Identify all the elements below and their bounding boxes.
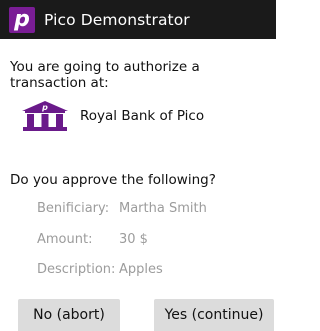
detail-label: Amount: bbox=[37, 232, 93, 247]
detail-label: Description: bbox=[37, 262, 116, 277]
approval-question: Do you approve the following? bbox=[10, 172, 216, 188]
pico-logo-icon: p bbox=[9, 6, 35, 33]
authorization-screen: p Pico Demonstrator You are going to aut… bbox=[0, 0, 276, 331]
bank-name: Royal Bank of Pico bbox=[80, 108, 205, 124]
intro-text: You are going to authorize a transaction… bbox=[10, 59, 200, 91]
detail-label: Benificiary: bbox=[37, 201, 110, 216]
bank-building-icon: p bbox=[22, 101, 68, 131]
bank-icon-letter: p bbox=[41, 103, 48, 112]
detail-row-amount: Amount: 30 $ bbox=[37, 232, 148, 247]
title-bar: p Pico Demonstrator bbox=[0, 0, 276, 39]
detail-value: Martha Smith bbox=[119, 201, 207, 216]
detail-value: Apples bbox=[119, 262, 163, 277]
app-title: Pico Demonstrator bbox=[44, 10, 190, 29]
abort-button[interactable]: No (abort) bbox=[18, 299, 120, 331]
detail-value: 30 $ bbox=[119, 232, 148, 247]
detail-row-beneficiary: Benificiary: Martha Smith bbox=[37, 201, 207, 216]
bank-row: p Royal Bank of Pico bbox=[21, 101, 204, 131]
continue-button[interactable]: Yes (continue) bbox=[154, 299, 274, 331]
detail-row-description: Description: Apples bbox=[37, 262, 163, 277]
